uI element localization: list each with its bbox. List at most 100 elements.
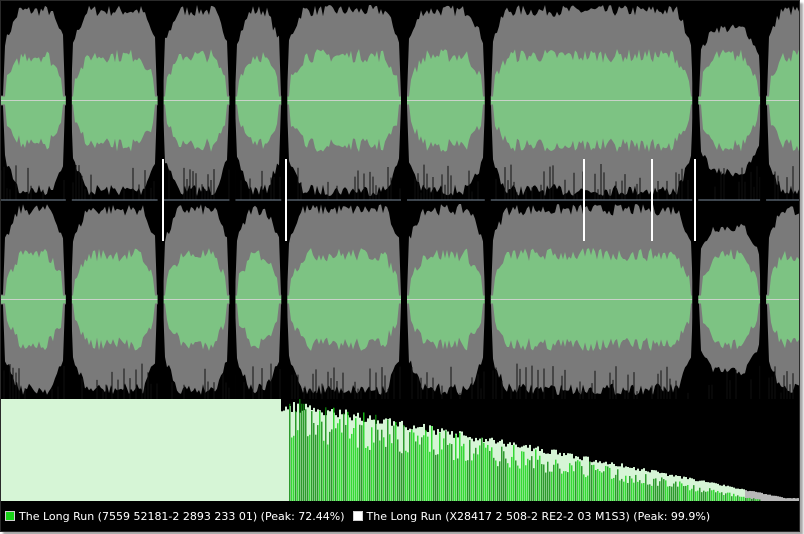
spectrum-bar-a xyxy=(375,414,377,501)
spectrum-bar-a xyxy=(587,475,589,501)
spectrum-bar-a xyxy=(389,434,391,501)
spectrum-bar-a xyxy=(733,493,735,501)
spectrum-bar-a xyxy=(669,486,671,501)
spectrum-bar-a xyxy=(289,403,291,501)
spectrum-bar-b xyxy=(219,399,221,501)
spectrum-bar-b xyxy=(127,399,129,501)
spectrum-bar-a xyxy=(401,453,403,501)
track-gap-3 xyxy=(229,1,236,399)
spectrum-bar-a xyxy=(683,486,685,501)
spectrum-bar-a xyxy=(675,481,677,501)
spectrum-bar-a xyxy=(561,473,563,501)
spectrum-bar-b xyxy=(163,399,165,501)
spectrum-bar-b xyxy=(69,399,71,501)
spectrum-bar-a xyxy=(621,478,623,501)
series-b-label: The Long Run (X28417 2 508-2 RE2-2 03 M1… xyxy=(366,509,630,523)
track-gap-5 xyxy=(400,1,407,399)
track-gap-6 xyxy=(484,1,491,399)
spectrum-bar-b xyxy=(239,399,241,501)
spectrum-bar-a xyxy=(317,425,319,501)
spectrum-bar-a xyxy=(639,480,641,501)
spectrum-bar-a xyxy=(719,492,721,501)
spectrum-bar-b xyxy=(215,399,217,501)
spectrum-bar-a xyxy=(571,465,573,501)
spectrum-bar-a xyxy=(579,461,581,501)
spectrum-bar-a xyxy=(407,452,409,501)
spectrum-bar-a xyxy=(455,434,457,501)
spectrum-bar-b xyxy=(39,399,41,501)
spectrum-bar-a xyxy=(503,451,505,501)
spectrum-bar-b xyxy=(235,399,237,501)
spectrum-bar-b xyxy=(21,399,23,501)
spectrum-bar-a xyxy=(555,459,557,501)
spectrum-bar-b xyxy=(99,399,101,501)
spectrum-bar-a xyxy=(315,434,317,501)
spectrum-bar-b xyxy=(279,399,281,501)
spectrum-bar-a xyxy=(631,478,633,501)
spectrum-bar-b xyxy=(159,399,161,501)
spectrum-bar-a xyxy=(465,460,467,501)
spectrum-bar-a xyxy=(507,463,509,501)
spectrum-bar-a xyxy=(697,490,699,501)
spectrum-bar-b xyxy=(257,399,259,501)
spectrum-bar-a xyxy=(671,486,673,501)
spectrum-bar-b xyxy=(149,399,151,501)
spectrum-bar-b xyxy=(209,399,211,501)
spectrum-bar-a xyxy=(703,490,705,501)
spectrum-bar-b xyxy=(283,410,285,501)
spectrum-bar-b xyxy=(125,399,127,501)
spectrum-bar-b xyxy=(231,399,233,501)
spectrum-bar-a xyxy=(329,431,331,501)
spectrum-bar-a xyxy=(529,460,531,501)
spectrum-bar-b xyxy=(121,399,123,501)
spectrum-bar-a xyxy=(485,447,487,501)
spectrum-bar-b xyxy=(203,399,205,501)
spectrum-bar-a xyxy=(585,477,587,501)
spectrum-bar-a xyxy=(431,426,433,501)
spectrum-bar-a xyxy=(391,443,393,501)
spectrum-bar-a xyxy=(517,465,519,501)
spectrum-bar-b xyxy=(55,399,57,501)
spectrum-bar-a xyxy=(693,485,695,501)
spectrum-bar-b xyxy=(115,399,117,501)
spectrum-bar-a xyxy=(383,437,385,501)
spectrum-bar-a xyxy=(409,432,411,501)
spectrum-bar-a xyxy=(433,449,435,501)
spectrum-bar-b xyxy=(47,399,49,501)
series-b-peak: (Peak: 99.9%) xyxy=(633,509,711,523)
spectrum-bar-b xyxy=(41,399,43,501)
spectrum-bar-b xyxy=(111,399,113,501)
spectrum-bar-b xyxy=(153,399,155,501)
spectrum-bar-a xyxy=(397,439,399,501)
spectrum-bar-b xyxy=(49,399,51,501)
spectrum-bar-b xyxy=(241,399,243,501)
spectrum-bar-a xyxy=(521,451,523,501)
spectrum-bar-a xyxy=(603,471,605,501)
spectrum-bar-b xyxy=(205,399,207,501)
spectrum-bar-a xyxy=(573,471,575,501)
spectrum-bar-b xyxy=(97,399,99,501)
spectrum-bar-a xyxy=(343,413,345,501)
spectrum-bar-a xyxy=(533,468,535,501)
spectrum-bar-a xyxy=(461,446,463,501)
spectrum-bar-a xyxy=(331,429,333,501)
spectrum-bar-a xyxy=(501,446,503,501)
spectrum-bar-b xyxy=(173,399,175,501)
spectrum-bar-a xyxy=(701,492,703,501)
spectrum-bar-a xyxy=(557,463,559,501)
spectrum-bar-b xyxy=(249,399,251,501)
spectrum-bar-a xyxy=(477,454,479,501)
spectrum-bar-b xyxy=(183,399,185,501)
spectrum-bar-a xyxy=(613,477,615,501)
spectrum-bar-a xyxy=(335,428,337,501)
spectrum-bar-a xyxy=(623,481,625,501)
spectrum-bar-b xyxy=(85,399,87,501)
spectrum-bar-b xyxy=(109,399,111,501)
spectrum-bar-b xyxy=(71,399,73,501)
spectrum-bar-a xyxy=(427,436,429,501)
stereo-waveform-view[interactable] xyxy=(1,1,799,399)
spectrum-bar-a xyxy=(577,460,579,501)
spectrum-bar-a xyxy=(363,412,365,501)
spectrum-bar-b xyxy=(95,399,97,501)
spectrum-bar-a xyxy=(373,442,375,501)
